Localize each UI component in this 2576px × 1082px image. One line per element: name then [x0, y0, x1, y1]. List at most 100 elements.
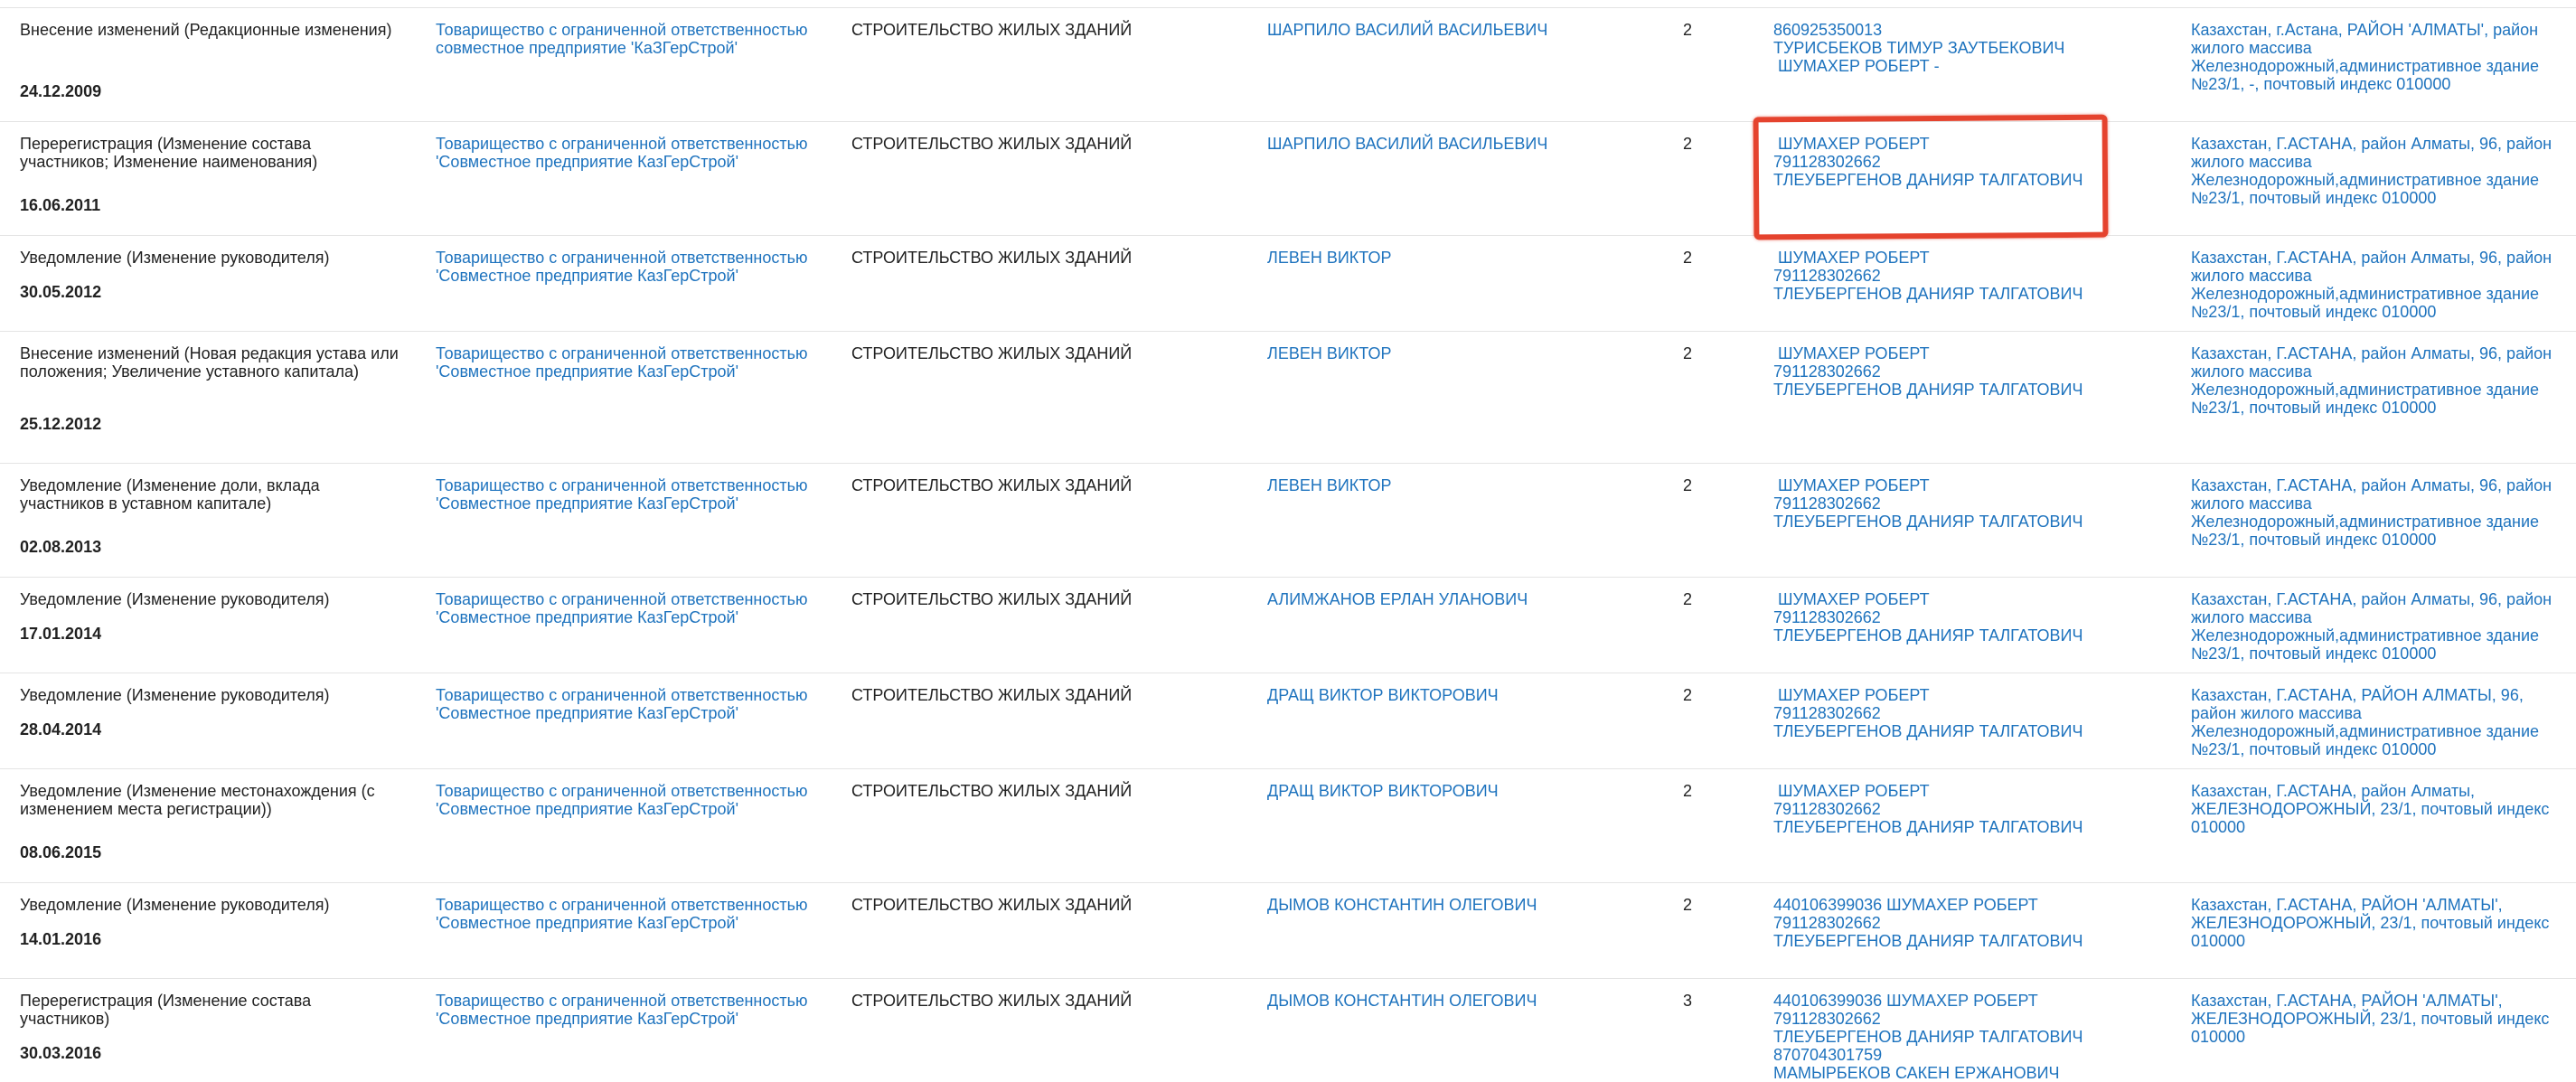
- address-link[interactable]: Казахстан, Г.АСТАНА, РАЙОН 'АЛМАТЫ', ЖЕЛ…: [2191, 896, 2549, 950]
- founder-line[interactable]: 791128302662: [1773, 153, 2153, 171]
- head-name-link[interactable]: ДРАЩ ВИКТОР ВИКТОРОВИЧ: [1267, 782, 1499, 800]
- head-cell: ДЫМОВ КОНСТАНТИН ОЛЕГОВИЧ: [1267, 992, 1647, 1010]
- head-cell: ДРАЩ ВИКТОР ВИКТОРОВИЧ: [1267, 782, 1647, 800]
- founder-line[interactable]: ШУМАХЕР РОБЕРТ: [1773, 249, 2153, 267]
- org-cell: Товарищество с ограниченной ответственно…: [436, 992, 824, 1028]
- event-cell: Уведомление (Изменение руководителя) 17.…: [20, 590, 400, 643]
- org-name-link[interactable]: Товарищество с ограниченной ответственно…: [436, 344, 808, 381]
- activity-cell: СТРОИТЕЛЬСТВО ЖИЛЫХ ЗДАНИЙ: [851, 590, 1133, 608]
- founder-line[interactable]: 791128302662: [1773, 704, 2153, 722]
- activity-cell: СТРОИТЕЛЬСТВО ЖИЛЫХ ЗДАНИЙ: [851, 686, 1133, 704]
- event-type: Уведомление (Изменение руководителя): [20, 590, 330, 608]
- founder-line[interactable]: ТЛЕУБЕРГЕНОВ ДАНИЯР ТАЛГАТОВИЧ: [1773, 932, 2153, 950]
- founder-line[interactable]: 440106399036 ШУМАХЕР РОБЕРТ: [1773, 992, 2153, 1010]
- founder-line[interactable]: ТУРИСБЕКОВ ТИМУР ЗАУТБЕКОВИЧ: [1773, 39, 2153, 57]
- address-link[interactable]: Казахстан, Г.АСТАНА, район Алматы, 96, р…: [2191, 135, 2552, 207]
- head-cell: ЛЕВЕН ВИКТОР: [1267, 249, 1647, 267]
- founder-line[interactable]: ТЛЕУБЕРГЕНОВ ДАНИЯР ТАЛГАТОВИЧ: [1773, 285, 2153, 303]
- address-link[interactable]: Казахстан, Г.АСТАНА, район Алматы, 96, р…: [2191, 249, 2552, 321]
- founder-line[interactable]: ТЛЕУБЕРГЕНОВ ДАНИЯР ТАЛГАТОВИЧ: [1773, 513, 2153, 531]
- founder-line[interactable]: ШУМАХЕР РОБЕРТ: [1773, 782, 2153, 800]
- org-cell: Товарищество с ограниченной ответственно…: [436, 686, 824, 722]
- event-type: Перерегистрация (Изменение состава участ…: [20, 135, 318, 171]
- org-name-link[interactable]: Товарищество с ограниченной ответственно…: [436, 135, 808, 171]
- org-name-link[interactable]: Товарищество с ограниченной ответственно…: [436, 896, 808, 932]
- founder-line[interactable]: ТЛЕУБЕРГЕНОВ ДАНИЯР ТАЛГАТОВИЧ: [1773, 171, 2153, 189]
- founders-cell[interactable]: ШУМАХЕР РОБЕРТ 791128302662 ТЛЕУБЕРГЕНОВ…: [1773, 344, 2153, 399]
- founder-line[interactable]: ШУМАХЕР РОБЕРТ: [1773, 476, 2153, 494]
- org-cell: Товарищество с ограниченной ответственно…: [436, 135, 824, 171]
- table-row: Уведомление (Изменение руководителя) 30.…: [0, 236, 2576, 332]
- table-row: Уведомление (Изменение руководителя) 28.…: [0, 673, 2576, 769]
- founder-line[interactable]: 870704301759: [1773, 1046, 2153, 1064]
- founders-cell[interactable]: ШУМАХЕР РОБЕРТ 791128302662 ТЛЕУБЕРГЕНОВ…: [1773, 135, 2153, 189]
- founders-count: 2: [1683, 896, 1693, 914]
- event-type: Уведомление (Изменение руководителя): [20, 896, 330, 914]
- founder-line[interactable]: 440106399036 ШУМАХЕР РОБЕРТ: [1773, 896, 2153, 914]
- founder-line[interactable]: 860925350013: [1773, 21, 2153, 39]
- head-name-link[interactable]: ЛЕВЕН ВИКТОР: [1267, 476, 1391, 494]
- head-name-link[interactable]: ДРАЩ ВИКТОР ВИКТОРОВИЧ: [1267, 686, 1499, 704]
- org-name-link[interactable]: Товарищество с ограниченной ответственно…: [436, 476, 808, 513]
- address-link[interactable]: Казахстан, Г.АСТАНА, район Алматы, 96, р…: [2191, 590, 2552, 663]
- org-name-link[interactable]: Товарищество с ограниченной ответственно…: [436, 782, 808, 818]
- head-cell: АЛИМЖАНОВ ЕРЛАН УЛАНОВИЧ: [1267, 590, 1647, 608]
- founder-line[interactable]: 791128302662: [1773, 914, 2153, 932]
- founders-cell[interactable]: 440106399036 ШУМАХЕР РОБЕРТ 791128302662…: [1773, 896, 2153, 950]
- address-link[interactable]: Казахстан, Г.АСТАНА, район Алматы, 96, р…: [2191, 476, 2552, 549]
- address-cell: Казахстан, Г.АСТАНА, район Алматы, 96, р…: [2191, 135, 2562, 207]
- head-name-link[interactable]: ЛЕВЕН ВИКТОР: [1267, 249, 1391, 267]
- address-link[interactable]: Казахстан, Г.АСТАНА, РАЙОН 'АЛМАТЫ', ЖЕЛ…: [2191, 992, 2549, 1046]
- org-name-link[interactable]: Товарищество с ограниченной ответственно…: [436, 686, 808, 722]
- founder-line[interactable]: 791128302662: [1773, 494, 2153, 513]
- event-date: 16.06.2011: [20, 196, 101, 214]
- founders-cell[interactable]: ШУМАХЕР РОБЕРТ 791128302662 ТЛЕУБЕРГЕНОВ…: [1773, 476, 2153, 531]
- founders-cell[interactable]: ШУМАХЕР РОБЕРТ 791128302662 ТЛЕУБЕРГЕНОВ…: [1773, 590, 2153, 644]
- head-name-link[interactable]: АЛИМЖАНОВ ЕРЛАН УЛАНОВИЧ: [1267, 590, 1528, 608]
- head-name-link[interactable]: ДЫМОВ КОНСТАНТИН ОЛЕГОВИЧ: [1267, 992, 1537, 1010]
- founder-line[interactable]: ШУМАХЕР РОБЕРТ: [1773, 135, 2153, 153]
- event-type: Внесение изменений (Редакционные изменен…: [20, 21, 392, 39]
- founder-line[interactable]: ТЛЕУБЕРГЕНОВ ДАНИЯР ТАЛГАТОВИЧ: [1773, 818, 2153, 836]
- address-link[interactable]: Казахстан, Г.АСТАНА, район Алматы, ЖЕЛЕЗ…: [2191, 782, 2549, 836]
- table-row: Перерегистрация (Изменение состава участ…: [0, 979, 2576, 1082]
- address-cell: Казахстан, Г.АСТАНА, район Алматы, 96, р…: [2191, 249, 2562, 321]
- table-row: Внесение изменений (Редакционные изменен…: [0, 8, 2576, 122]
- founder-line[interactable]: ТЛЕУБЕРГЕНОВ ДАНИЯР ТАЛГАТОВИЧ: [1773, 1028, 2153, 1046]
- founder-line[interactable]: 791128302662: [1773, 1010, 2153, 1028]
- address-link[interactable]: Казахстан, Г.АСТАНА, РАЙОН АЛМАТЫ, 96, р…: [2191, 686, 2539, 758]
- founders-cell[interactable]: 440106399036 ШУМАХЕР РОБЕРТ 791128302662…: [1773, 992, 2153, 1082]
- founder-line[interactable]: ШУМАХЕР РОБЕРТ: [1773, 686, 2153, 704]
- founder-line[interactable]: ТЛЕУБЕРГЕНОВ ДАНИЯР ТАЛГАТОВИЧ: [1773, 381, 2153, 399]
- founder-line[interactable]: ШУМАХЕР РОБЕРТ: [1773, 590, 2153, 608]
- head-name-link[interactable]: ШАРПИЛО ВАСИЛИЙ ВАСИЛЬЕВИЧ: [1267, 135, 1547, 153]
- founders-cell[interactable]: ШУМАХЕР РОБЕРТ 791128302662 ТЛЕУБЕРГЕНОВ…: [1773, 686, 2153, 740]
- founder-line[interactable]: 791128302662: [1773, 608, 2153, 626]
- founders-cell[interactable]: 860925350013 ТУРИСБЕКОВ ТИМУР ЗАУТБЕКОВИ…: [1773, 21, 2153, 75]
- address-cell: Казахстан, Г.АСТАНА, РАЙОН АЛМАТЫ, 96, р…: [2191, 686, 2562, 758]
- address-link[interactable]: Казахстан, Г.АСТАНА, район Алматы, 96, р…: [2191, 344, 2552, 417]
- head-name-link[interactable]: ДЫМОВ КОНСТАНТИН ОЛЕГОВИЧ: [1267, 896, 1537, 914]
- org-name-link[interactable]: Товарищество с ограниченной ответственно…: [436, 590, 808, 626]
- founder-line[interactable]: ШУМАХЕР РОБЕРТ: [1773, 344, 2153, 362]
- founder-line[interactable]: ШУМАХЕР РОБЕРТ -: [1773, 57, 2153, 75]
- founder-line[interactable]: МАМЫРБЕКОВ САКЕН ЕРЖАНОВИЧ: [1773, 1064, 2153, 1082]
- founder-line[interactable]: ТЛЕУБЕРГЕНОВ ДАНИЯР ТАЛГАТОВИЧ: [1773, 626, 2153, 644]
- org-name-link[interactable]: Товарищество с ограниченной ответственно…: [436, 992, 808, 1028]
- founder-line[interactable]: 791128302662: [1773, 267, 2153, 285]
- founder-line[interactable]: 791128302662: [1773, 800, 2153, 818]
- activity-cell: СТРОИТЕЛЬСТВО ЖИЛЫХ ЗДАНИЙ: [851, 476, 1133, 494]
- org-name-link[interactable]: Товарищество с ограниченной ответственно…: [436, 249, 808, 285]
- founder-line[interactable]: 791128302662: [1773, 362, 2153, 381]
- founders-count: 2: [1683, 590, 1693, 608]
- head-name-link[interactable]: ШАРПИЛО ВАСИЛИЙ ВАСИЛЬЕВИЧ: [1267, 21, 1547, 39]
- org-cell: Товарищество с ограниченной ответственно…: [436, 476, 824, 513]
- org-cell: Товарищество с ограниченной ответственно…: [436, 21, 824, 57]
- event-date: 17.01.2014: [20, 625, 102, 643]
- address-link[interactable]: Казахстан, г.Астана, РАЙОН 'АЛМАТЫ', рай…: [2191, 21, 2539, 93]
- founders-cell[interactable]: ШУМАХЕР РОБЕРТ 791128302662 ТЛЕУБЕРГЕНОВ…: [1773, 782, 2153, 836]
- founder-line[interactable]: ТЛЕУБЕРГЕНОВ ДАНИЯР ТАЛГАТОВИЧ: [1773, 722, 2153, 740]
- org-name-link[interactable]: Товарищество с ограниченной ответственно…: [436, 21, 808, 57]
- founders-cell[interactable]: ШУМАХЕР РОБЕРТ 791128302662 ТЛЕУБЕРГЕНОВ…: [1773, 249, 2153, 303]
- head-name-link[interactable]: ЛЕВЕН ВИКТОР: [1267, 344, 1391, 362]
